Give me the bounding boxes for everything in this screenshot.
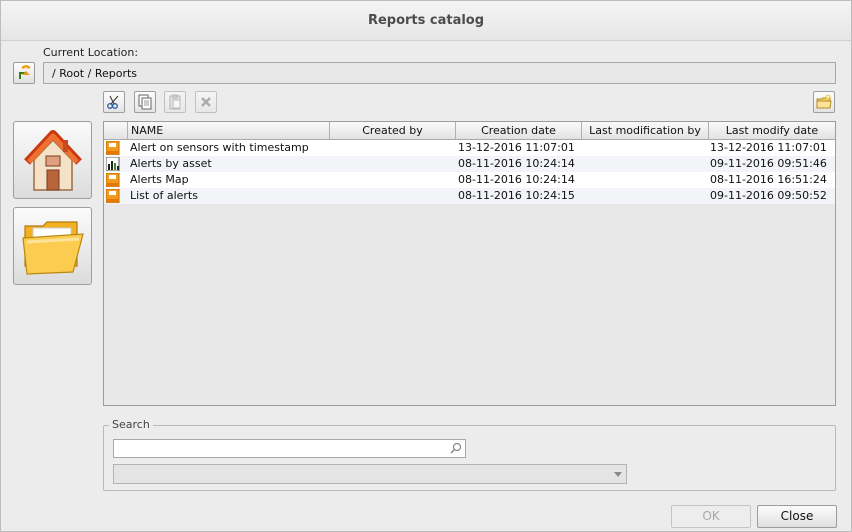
chevron-down-icon bbox=[614, 472, 622, 477]
search-icon[interactable] bbox=[450, 442, 462, 454]
delete-button[interactable] bbox=[195, 91, 217, 113]
title-bar[interactable]: Reports catalog bbox=[1, 1, 851, 41]
row-modified-by bbox=[584, 140, 708, 156]
table-row[interactable]: Alerts by asset 08-11-2016 10:24:14 09-1… bbox=[104, 156, 835, 172]
new-folder-button[interactable] bbox=[813, 91, 835, 113]
table-row[interactable]: Alert on sensors with timestamp 13-12-20… bbox=[104, 140, 835, 156]
paste-icon bbox=[169, 94, 181, 110]
home-icon bbox=[24, 130, 82, 191]
row-creation-date: 08-11-2016 10:24:14 bbox=[458, 157, 575, 170]
search-label: Search bbox=[109, 418, 153, 431]
row-modify-date: 08-11-2016 16:51:24 bbox=[710, 173, 827, 186]
current-location-label: Current Location: bbox=[43, 46, 139, 59]
table-row[interactable]: Alerts Map 08-11-2016 10:24:14 08-11-201… bbox=[104, 172, 835, 188]
copy-button[interactable] bbox=[134, 91, 156, 113]
folder-icon bbox=[22, 221, 84, 275]
table-header: NAME Created by Creation date Last modif… bbox=[104, 122, 835, 140]
report-icon bbox=[104, 140, 128, 156]
row-modified-by bbox=[584, 188, 708, 204]
header-last-modify-date[interactable]: Last modify date bbox=[709, 122, 835, 140]
ok-button[interactable]: OK bbox=[671, 505, 751, 528]
header-last-modification-by[interactable]: Last modification by bbox=[582, 122, 709, 140]
row-created-by bbox=[332, 172, 454, 188]
row-modify-date: 09-11-2016 09:50:52 bbox=[710, 189, 827, 202]
header-creation-date[interactable]: Creation date bbox=[456, 122, 582, 140]
row-modify-date: 13-12-2016 11:07:01 bbox=[710, 141, 827, 154]
delete-x-icon bbox=[201, 97, 211, 107]
row-modified-by bbox=[584, 172, 708, 188]
chart-report-icon bbox=[104, 156, 128, 172]
row-modified-by bbox=[584, 156, 708, 172]
row-creation-date: 13-12-2016 11:07:01 bbox=[458, 141, 575, 154]
header-name[interactable]: NAME bbox=[128, 122, 330, 140]
row-name: Alerts Map bbox=[130, 173, 189, 186]
new-folder-icon bbox=[816, 94, 832, 109]
row-created-by bbox=[332, 156, 454, 172]
search-input-box[interactable] bbox=[113, 439, 466, 458]
copy-icon bbox=[138, 94, 152, 110]
home-button[interactable] bbox=[13, 121, 92, 199]
header-icon-column bbox=[104, 122, 128, 140]
current-location-field: / Root / Reports bbox=[43, 62, 836, 84]
row-creation-date: 08-11-2016 10:24:15 bbox=[458, 189, 575, 202]
scissors-icon bbox=[107, 95, 119, 109]
header-created-by[interactable]: Created by bbox=[330, 122, 456, 140]
report-icon bbox=[104, 172, 128, 188]
paste-button[interactable] bbox=[164, 91, 186, 113]
close-button[interactable]: Close bbox=[757, 505, 837, 528]
search-input[interactable] bbox=[114, 440, 444, 457]
search-filter-dropdown[interactable] bbox=[113, 464, 627, 484]
dialog-title: Reports catalog bbox=[367, 13, 485, 28]
go-up-button[interactable] bbox=[13, 62, 35, 84]
table-row[interactable]: List of alerts 08-11-2016 10:24:15 09-11… bbox=[104, 188, 835, 204]
row-creation-date: 08-11-2016 10:24:14 bbox=[458, 173, 575, 186]
row-name: Alerts by asset bbox=[130, 157, 212, 170]
report-icon bbox=[104, 188, 128, 204]
reports-catalog-dialog: Reports catalog Current Location: / Root… bbox=[0, 0, 852, 532]
row-created-by bbox=[332, 140, 454, 156]
row-name: List of alerts bbox=[130, 189, 198, 202]
folder-button[interactable] bbox=[13, 207, 92, 285]
cut-button[interactable] bbox=[103, 91, 125, 113]
reports-table[interactable]: NAME Created by Creation date Last modif… bbox=[103, 121, 836, 406]
up-arrow-icon bbox=[19, 65, 31, 79]
row-name: Alert on sensors with timestamp bbox=[130, 141, 309, 154]
row-created-by bbox=[332, 188, 454, 204]
row-modify-date: 09-11-2016 09:51:46 bbox=[710, 157, 827, 170]
